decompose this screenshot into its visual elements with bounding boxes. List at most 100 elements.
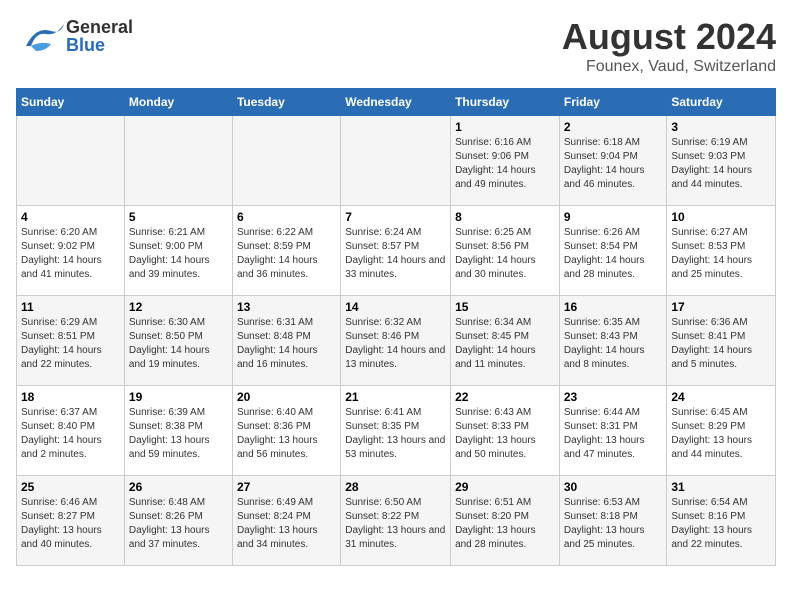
table-row: 17 Sunrise: 6:36 AMSunset: 8:41 PMDayligh… <box>667 296 776 386</box>
day-number: 5 <box>129 210 228 224</box>
day-number: 3 <box>671 120 771 134</box>
day-info: Sunrise: 6:22 AMSunset: 8:59 PMDaylight:… <box>237 226 336 282</box>
logo: General Blue <box>16 16 133 56</box>
table-row: 13 Sunrise: 6:31 AMSunset: 8:48 PMDayligh… <box>232 296 340 386</box>
day-number: 13 <box>237 300 336 314</box>
weekday-header-row: Sunday Monday Tuesday Wednesday Thursday… <box>17 89 776 116</box>
day-info: Sunrise: 6:50 AMSunset: 8:22 PMDaylight:… <box>345 496 446 552</box>
calendar-week-4: 18Sunrise: 6:37 AMSunset: 8:40 PMDayligh… <box>17 386 776 476</box>
day-info: Sunrise: 6:26 AMSunset: 8:54 PMDaylight:… <box>564 226 663 282</box>
table-row: 31Sunrise: 6:54 AMSunset: 8:16 PMDayligh… <box>667 476 776 566</box>
day-number: 24 <box>671 390 771 404</box>
table-row: 23Sunrise: 6:44 AMSunset: 8:31 PMDayligh… <box>559 386 667 476</box>
day-info: Sunrise: 6:30 AMSunset: 8:50 PMDaylight:… <box>129 316 228 372</box>
day-number: 8 <box>455 210 555 224</box>
table-row <box>124 116 232 206</box>
table-row: 30 Sunrise: 6:53 AMSunset: 8:18 PMDayligh… <box>559 476 667 566</box>
day-number: 21 <box>345 390 446 404</box>
day-number: 30 <box>564 480 663 494</box>
header-thursday: Thursday <box>451 89 560 116</box>
day-info: Sunrise: 6:45 AMSunset: 8:29 PMDaylight:… <box>671 406 771 462</box>
logo-text: General Blue <box>66 18 133 54</box>
day-info: Sunrise: 6:46 AMSunset: 8:27 PMDaylight:… <box>21 496 120 552</box>
calendar-week-3: 11Sunrise: 6:29 AMSunset: 8:51 PMDayligh… <box>17 296 776 386</box>
day-info: Sunrise: 6:31 AMSunset: 8:48 PMDaylight:… <box>237 316 336 372</box>
table-row: 29 Sunrise: 6:51 AMSunset: 8:20 PMDayligh… <box>451 476 560 566</box>
table-row: 7 Sunrise: 6:24 AMSunset: 8:57 PMDaylight… <box>341 206 451 296</box>
table-row: 2 Sunrise: 6:18 AMSunset: 9:04 PMDaylight… <box>559 116 667 206</box>
table-row: 16 Sunrise: 6:35 AMSunset: 8:43 PMDayligh… <box>559 296 667 386</box>
table-row: 6 Sunrise: 6:22 AMSunset: 8:59 PMDaylight… <box>232 206 340 296</box>
title-area: August 2024 Founex, Vaud, Switzerland <box>562 16 776 76</box>
day-number: 17 <box>671 300 771 314</box>
day-number: 26 <box>129 480 228 494</box>
day-number: 14 <box>345 300 446 314</box>
table-row: 15 Sunrise: 6:34 AMSunset: 8:45 PMDayligh… <box>451 296 560 386</box>
table-row: 12Sunrise: 6:30 AMSunset: 8:50 PMDayligh… <box>124 296 232 386</box>
table-row: 8 Sunrise: 6:25 AMSunset: 8:56 PMDaylight… <box>451 206 560 296</box>
day-info: Sunrise: 6:48 AMSunset: 8:26 PMDaylight:… <box>129 496 228 552</box>
day-number: 23 <box>564 390 663 404</box>
table-row: 22 Sunrise: 6:43 AMSunset: 8:33 PMDayligh… <box>451 386 560 476</box>
day-info: Sunrise: 6:51 AMSunset: 8:20 PMDaylight:… <box>455 496 555 552</box>
day-number: 4 <box>21 210 120 224</box>
day-number: 22 <box>455 390 555 404</box>
day-info: Sunrise: 6:36 AMSunset: 8:41 PMDaylight:… <box>671 316 771 372</box>
day-info: Sunrise: 6:43 AMSunset: 8:33 PMDaylight:… <box>455 406 555 462</box>
table-row: 25 Sunrise: 6:46 AMSunset: 8:27 PMDayligh… <box>17 476 125 566</box>
table-row: 19Sunrise: 6:39 AMSunset: 8:38 PMDayligh… <box>124 386 232 476</box>
month-title: August 2024 <box>562 16 776 58</box>
table-row: 4Sunrise: 6:20 AMSunset: 9:02 PMDaylight… <box>17 206 125 296</box>
header-sunday: Sunday <box>17 89 125 116</box>
table-row <box>341 116 451 206</box>
day-number: 27 <box>237 480 336 494</box>
table-row: 18Sunrise: 6:37 AMSunset: 8:40 PMDayligh… <box>17 386 125 476</box>
table-row: 27 Sunrise: 6:49 AMSunset: 8:24 PMDayligh… <box>232 476 340 566</box>
logo-icon <box>16 16 66 56</box>
day-info: Sunrise: 6:18 AMSunset: 9:04 PMDaylight:… <box>564 136 663 192</box>
day-info: Sunrise: 6:35 AMSunset: 8:43 PMDaylight:… <box>564 316 663 372</box>
logo-general: General <box>66 18 133 36</box>
header-tuesday: Tuesday <box>232 89 340 116</box>
day-info: Sunrise: 6:19 AMSunset: 9:03 PMDaylight:… <box>671 136 771 192</box>
location-title: Founex, Vaud, Switzerland <box>562 58 776 76</box>
day-number: 2 <box>564 120 663 134</box>
calendar-week-1: 1Sunrise: 6:16 AMSunset: 9:06 PMDaylight… <box>17 116 776 206</box>
day-number: 18 <box>21 390 120 404</box>
table-row: 14Sunrise: 6:32 AMSunset: 8:46 PMDayligh… <box>341 296 451 386</box>
table-row: 21Sunrise: 6:41 AMSunset: 8:35 PMDayligh… <box>341 386 451 476</box>
day-number: 7 <box>345 210 446 224</box>
day-info: Sunrise: 6:25 AMSunset: 8:56 PMDaylight:… <box>455 226 555 282</box>
table-row <box>232 116 340 206</box>
table-row: 9Sunrise: 6:26 AMSunset: 8:54 PMDaylight… <box>559 206 667 296</box>
calendar-table: Sunday Monday Tuesday Wednesday Thursday… <box>16 88 776 566</box>
header-friday: Friday <box>559 89 667 116</box>
day-number: 16 <box>564 300 663 314</box>
day-number: 15 <box>455 300 555 314</box>
day-number: 25 <box>21 480 120 494</box>
table-row: 20 Sunrise: 6:40 AMSunset: 8:36 PMDayligh… <box>232 386 340 476</box>
calendar-week-2: 4Sunrise: 6:20 AMSunset: 9:02 PMDaylight… <box>17 206 776 296</box>
header: General Blue August 2024 Founex, Vaud, S… <box>16 16 776 76</box>
header-wednesday: Wednesday <box>341 89 451 116</box>
day-number: 29 <box>455 480 555 494</box>
day-info: Sunrise: 6:40 AMSunset: 8:36 PMDaylight:… <box>237 406 336 462</box>
table-row: 28Sunrise: 6:50 AMSunset: 8:22 PMDayligh… <box>341 476 451 566</box>
day-info: Sunrise: 6:53 AMSunset: 8:18 PMDaylight:… <box>564 496 663 552</box>
day-number: 20 <box>237 390 336 404</box>
day-info: Sunrise: 6:24 AMSunset: 8:57 PMDaylight:… <box>345 226 446 282</box>
table-row: 1Sunrise: 6:16 AMSunset: 9:06 PMDaylight… <box>451 116 560 206</box>
day-number: 10 <box>671 210 771 224</box>
day-info: Sunrise: 6:54 AMSunset: 8:16 PMDaylight:… <box>671 496 771 552</box>
day-number: 6 <box>237 210 336 224</box>
logo-blue: Blue <box>66 36 133 54</box>
header-saturday: Saturday <box>667 89 776 116</box>
day-info: Sunrise: 6:21 AMSunset: 9:00 PMDaylight:… <box>129 226 228 282</box>
calendar-week-5: 25 Sunrise: 6:46 AMSunset: 8:27 PMDayligh… <box>17 476 776 566</box>
table-row: 3 Sunrise: 6:19 AMSunset: 9:03 PMDaylight… <box>667 116 776 206</box>
table-row: 26 Sunrise: 6:48 AMSunset: 8:26 PMDayligh… <box>124 476 232 566</box>
table-row: 24 Sunrise: 6:45 AMSunset: 8:29 PMDayligh… <box>667 386 776 476</box>
day-info: Sunrise: 6:34 AMSunset: 8:45 PMDaylight:… <box>455 316 555 372</box>
day-info: Sunrise: 6:49 AMSunset: 8:24 PMDaylight:… <box>237 496 336 552</box>
day-number: 11 <box>21 300 120 314</box>
